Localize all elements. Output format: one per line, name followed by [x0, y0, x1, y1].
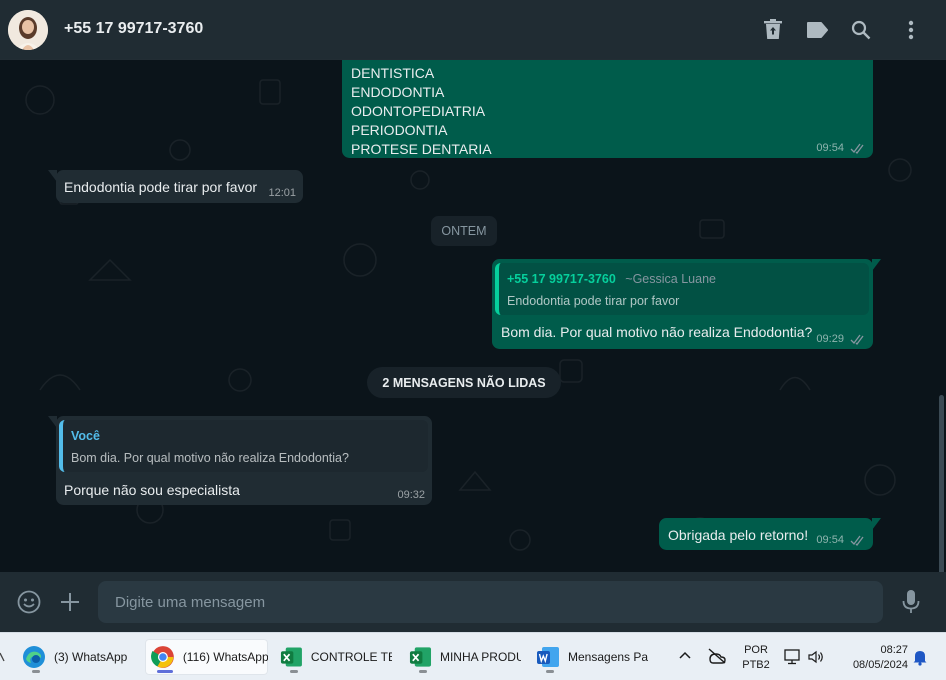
list-item: DENTISTICA	[351, 65, 435, 81]
message-text: Obrigada pelo retorno!	[668, 527, 809, 543]
taskbar-item-label: (3) WhatsApp	[54, 650, 128, 664]
bubble-tail	[872, 259, 881, 271]
word-icon	[537, 647, 559, 667]
list-item: PERIODONTIA	[351, 122, 448, 138]
network-disconnected-icon[interactable]	[707, 647, 727, 665]
message-time: 09:54	[816, 142, 866, 154]
outgoing-message-list[interactable]: DENTISTICA ENDODONTIA ODONTOPEDIATRIA PE…	[342, 60, 873, 158]
quote-text: Bom dia. Por qual motivo não realiza End…	[71, 451, 349, 465]
input-language-indicator[interactable]: POR PTB2	[740, 643, 772, 673]
language-code: POR	[744, 644, 768, 656]
chrome-icon	[151, 646, 174, 668]
taskbar-item-word-mensagens[interactable]: Mensagens Pa	[530, 639, 654, 675]
date-divider: ONTEM	[431, 216, 497, 246]
message-input-placeholder: Digite uma mensagem	[115, 594, 266, 611]
incoming-reply-message[interactable]: Você Bom dia. Por qual motivo não realiz…	[56, 416, 432, 505]
delete-chat-icon[interactable]	[761, 18, 785, 42]
message-timestamp: 09:29	[816, 333, 844, 345]
attach-plus-icon[interactable]	[59, 591, 81, 613]
bubble-tail	[48, 416, 57, 428]
running-indicator	[32, 670, 40, 673]
bubble-tail	[872, 518, 881, 530]
list-item: ENDODONTIA	[351, 84, 445, 100]
contact-avatar[interactable]	[8, 10, 48, 50]
specialty-list: DENTISTICA ENDODONTIA ODONTOPEDIATRIA PE…	[351, 64, 492, 159]
message-timestamp: 09:54	[816, 142, 844, 154]
microphone-icon[interactable]	[901, 589, 921, 615]
double-check-icon	[850, 535, 864, 546]
quote-author: +55 17 99717-3760	[507, 272, 616, 286]
message-timestamp: 09:54	[816, 534, 844, 546]
volume-icon[interactable]	[807, 648, 825, 666]
excel-icon	[280, 647, 302, 667]
taskbar-item-chrome-whatsapp[interactable]: (116) WhatsApp	[145, 639, 268, 675]
bubble-tail	[48, 170, 57, 182]
clock-date: 08/05/2024	[852, 659, 908, 671]
emoji-icon[interactable]	[17, 590, 41, 614]
windows-taskbar: (3) WhatsApp (116) WhatsApp CONTROLE TE …	[0, 632, 946, 680]
contact-name[interactable]: +55 17 99717-3760	[64, 20, 203, 38]
double-check-icon	[850, 143, 864, 154]
message-input[interactable]: Digite uma mensagem	[98, 581, 883, 623]
quoted-message[interactable]: +55 17 99717-3760 ~Gessica Luane Endodon…	[495, 263, 869, 315]
taskbar-overflow-edge	[0, 651, 6, 666]
running-indicator	[546, 670, 554, 673]
excel-icon	[409, 647, 432, 667]
notification-bell-icon[interactable]	[912, 648, 928, 666]
display-icon[interactable]	[784, 648, 802, 666]
taskbar-item-excel-controle[interactable]: CONTROLE TE	[274, 639, 392, 675]
message-timestamp: 12:01	[268, 187, 296, 199]
keyboard-layout: PTB2	[742, 659, 770, 671]
clock-time: 08:27	[880, 644, 908, 656]
message-composer: Digite uma mensagem	[0, 572, 946, 632]
outgoing-reply-message[interactable]: +55 17 99717-3760 ~Gessica Luane Endodon…	[492, 259, 873, 349]
outgoing-message[interactable]: Obrigada pelo retorno! 09:54	[659, 518, 873, 550]
chat-scrollbar[interactable]	[939, 395, 944, 572]
quote-text: Endodontia pode tirar por favor	[507, 294, 680, 308]
active-indicator	[157, 670, 173, 673]
incoming-message[interactable]: Endodontia pode tirar por favor 12:01	[56, 170, 303, 203]
menu-kebab-icon[interactable]	[899, 18, 923, 42]
edge-icon	[23, 646, 45, 668]
taskbar-item-label: Mensagens Pa	[568, 650, 649, 664]
label-tag-icon[interactable]	[805, 18, 829, 42]
quoted-message[interactable]: Você Bom dia. Por qual motivo não realiz…	[59, 420, 428, 472]
message-time: 09:54	[816, 534, 866, 546]
list-item: PROTESE DENTARIA	[351, 141, 492, 157]
taskbar-item-label: MINHA PRODU	[439, 650, 521, 664]
message-text: Bom dia. Por qual motivo não realiza End…	[501, 324, 813, 340]
message-timestamp: 09:32	[397, 489, 425, 501]
quote-author: Você	[71, 429, 100, 443]
taskbar-item-excel-minha-producao[interactable]: MINHA PRODU	[403, 639, 521, 675]
message-time: 09:29	[816, 333, 866, 345]
search-icon[interactable]	[849, 18, 873, 42]
taskbar-clock[interactable]: 08:27 08/05/2024	[838, 643, 908, 673]
running-indicator	[419, 670, 427, 673]
chevron-up-icon[interactable]	[678, 649, 692, 663]
taskbar-item-label: (116) WhatsApp	[182, 650, 268, 664]
message-text: Endodontia pode tirar por favor	[64, 179, 258, 195]
chat-header: +55 17 99717-3760	[0, 0, 946, 60]
running-indicator	[290, 670, 298, 673]
quote-author-alias: ~Gessica Luane	[625, 272, 716, 286]
list-item: ODONTOPEDIATRIA	[351, 103, 486, 119]
taskbar-item-edge-whatsapp[interactable]: (3) WhatsApp	[16, 639, 140, 675]
message-list[interactable]: DENTISTICA ENDODONTIA ODONTOPEDIATRIA PE…	[0, 60, 946, 572]
unread-messages-divider: 2 MENSAGENS NÃO LIDAS	[367, 367, 561, 398]
message-text: Porque não sou especialista	[64, 482, 240, 498]
double-check-icon	[850, 334, 864, 345]
taskbar-item-label: CONTROLE TE	[310, 650, 392, 664]
